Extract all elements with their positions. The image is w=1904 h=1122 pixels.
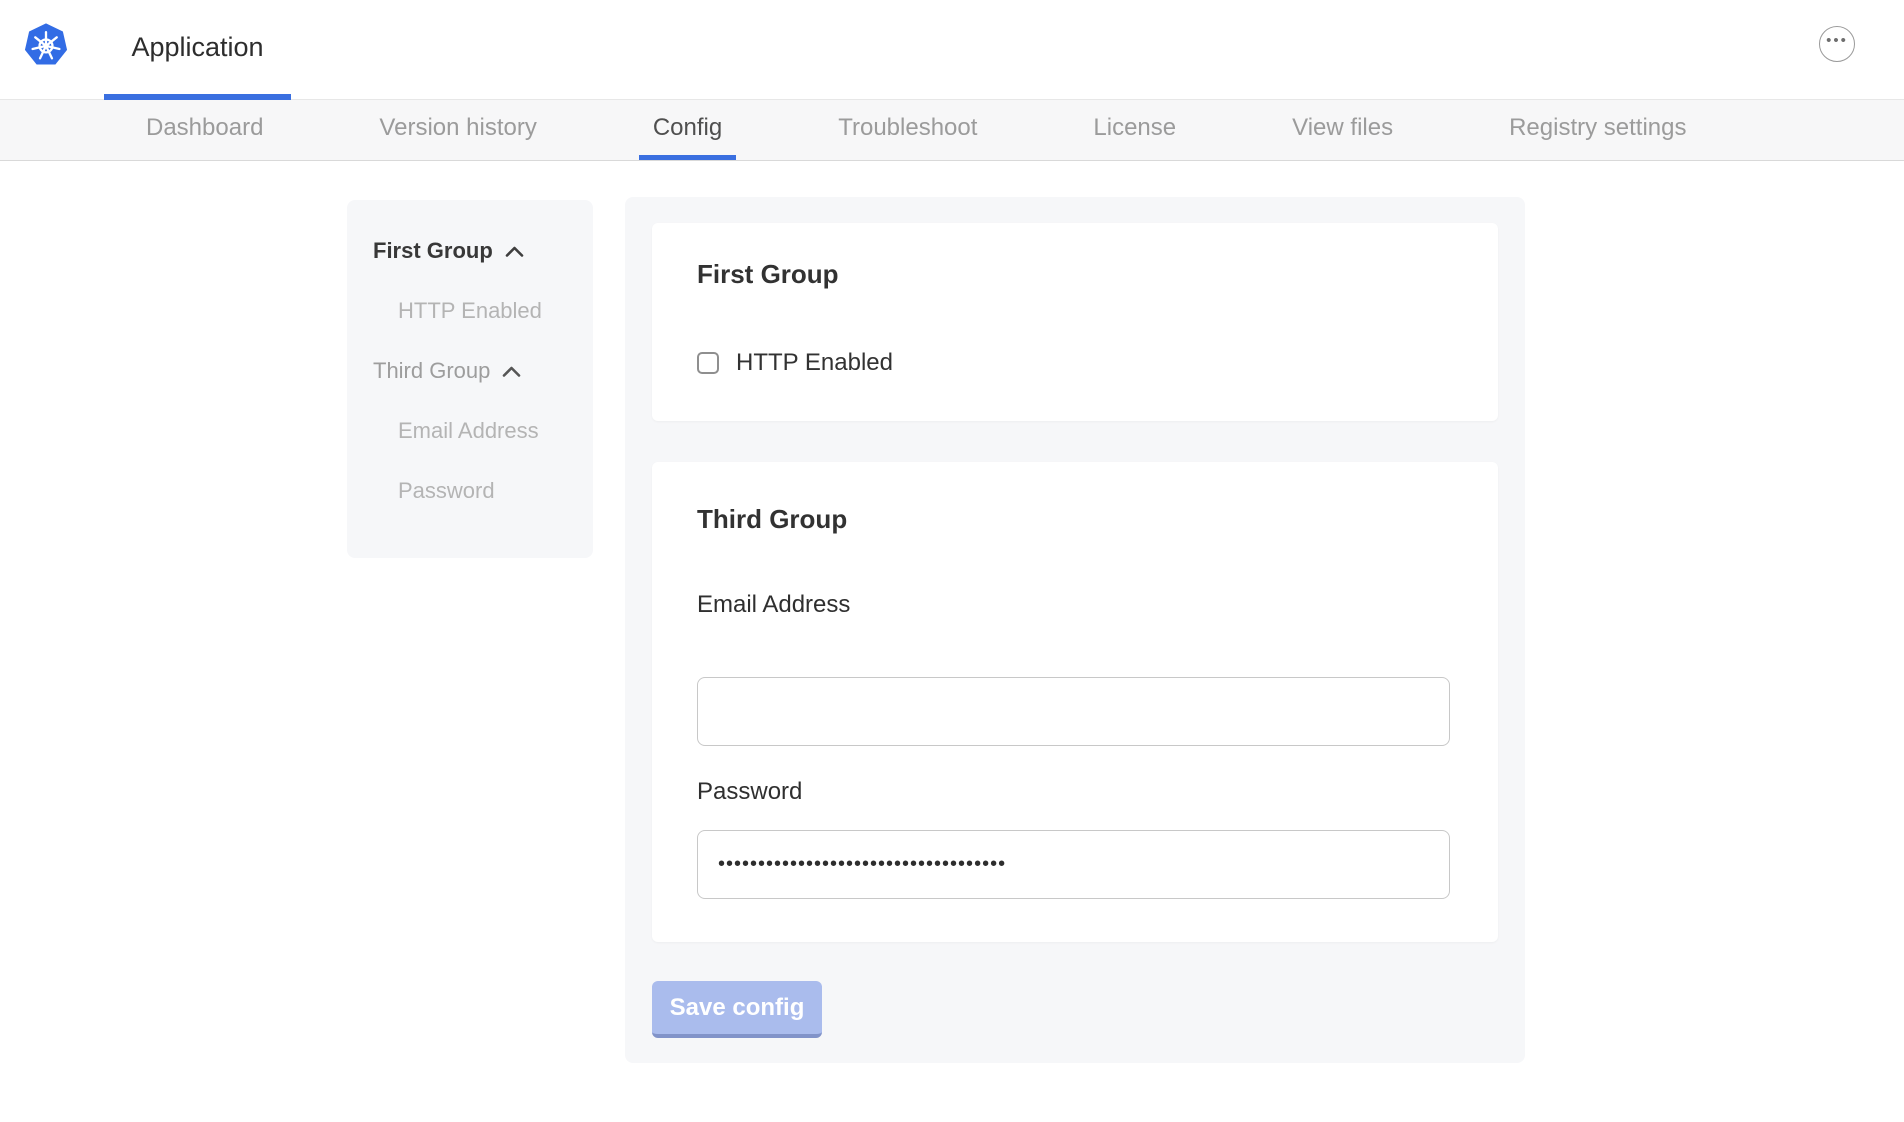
config-group-first: First Group HTTP Enabled [652,223,1498,421]
tab-version-history[interactable]: Version history [365,100,550,160]
tab-registry-settings[interactable]: Registry settings [1495,100,1700,160]
config-outline-sidebar: First Group HTTP Enabled Third Group Ema… [347,200,593,558]
tab-troubleshoot[interactable]: Troubleshoot [824,100,991,160]
app-header: Application ••• [0,0,1904,100]
save-config-button[interactable]: Save config [652,981,822,1038]
config-group-third: Third Group Email Address Password [652,462,1498,942]
http-enabled-checkbox[interactable] [697,352,719,374]
http-enabled-field: HTTP Enabled [697,349,1453,377]
tab-config[interactable]: Config [639,100,736,160]
app-subnav: Dashboard Version history Config Trouble… [0,100,1904,161]
tab-view-files[interactable]: View files [1278,100,1407,160]
outline-item-email-address[interactable]: Email Address [373,418,573,444]
outline-item-password[interactable]: Password [373,478,573,504]
config-form-panel: First Group HTTP Enabled Third Group Ema… [625,197,1525,1063]
tab-license[interactable]: License [1079,100,1190,160]
tab-dashboard[interactable]: Dashboard [132,100,277,160]
chevron-up-icon [502,366,521,377]
ellipsis-icon: ••• [1826,33,1848,55]
overflow-menu-button[interactable]: ••• [1819,26,1855,62]
password-input[interactable] [697,830,1450,899]
outline-item-http-enabled[interactable]: HTTP Enabled [373,298,573,324]
email-address-input[interactable] [697,677,1450,746]
password-label: Password [697,778,1453,806]
email-address-label: Email Address [697,591,1453,619]
tab-application[interactable]: Application [104,0,291,100]
config-page: First Group HTTP Enabled Third Group Ema… [0,161,1904,1122]
app-title: Application [131,32,263,63]
kubernetes-logo-icon [23,22,69,68]
http-enabled-label[interactable]: HTTP Enabled [736,349,893,377]
outline-item-third-group[interactable]: Third Group [373,358,573,384]
chevron-up-icon [505,246,524,257]
group-title-first: First Group [697,259,1453,289]
group-title-third: Third Group [697,504,1453,534]
outline-item-first-group[interactable]: First Group [373,238,573,264]
